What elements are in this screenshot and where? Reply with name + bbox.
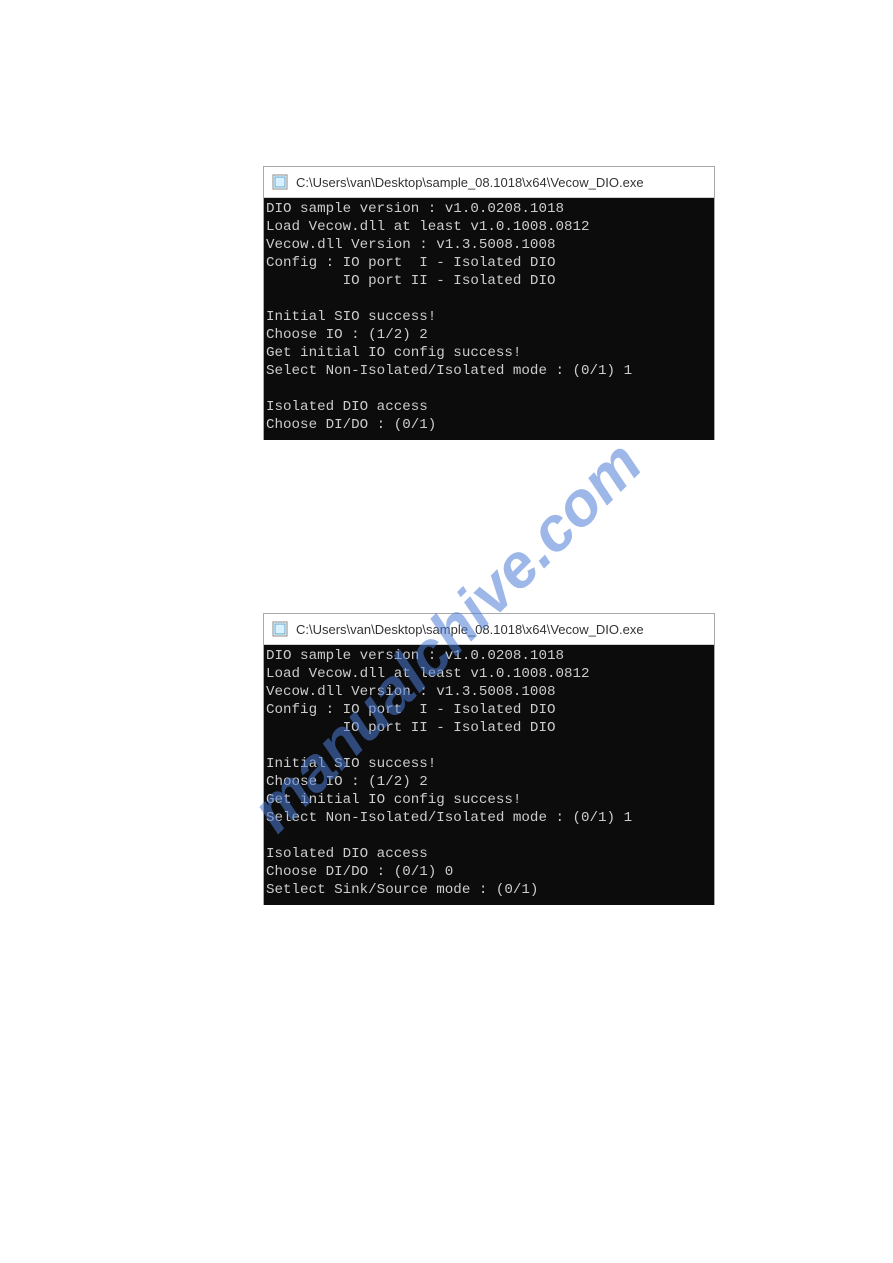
console-output: DIO sample version : v1.0.0208.1018 Load… [264, 645, 714, 905]
app-icon [272, 174, 288, 190]
titlebar: C:\Users\van\Desktop\sample_08.1018\x64\… [264, 167, 714, 198]
titlebar: C:\Users\van\Desktop\sample_08.1018\x64\… [264, 614, 714, 645]
console-window-2: C:\Users\van\Desktop\sample_08.1018\x64\… [263, 613, 715, 905]
console-window-1: C:\Users\van\Desktop\sample_08.1018\x64\… [263, 166, 715, 440]
titlebar-text: C:\Users\van\Desktop\sample_08.1018\x64\… [296, 622, 644, 637]
app-icon [272, 621, 288, 637]
document-page: { "watermark": { "text": "manualchive.co… [0, 0, 893, 1263]
titlebar-text: C:\Users\van\Desktop\sample_08.1018\x64\… [296, 175, 644, 190]
console-output: DIO sample version : v1.0.0208.1018 Load… [264, 198, 714, 440]
